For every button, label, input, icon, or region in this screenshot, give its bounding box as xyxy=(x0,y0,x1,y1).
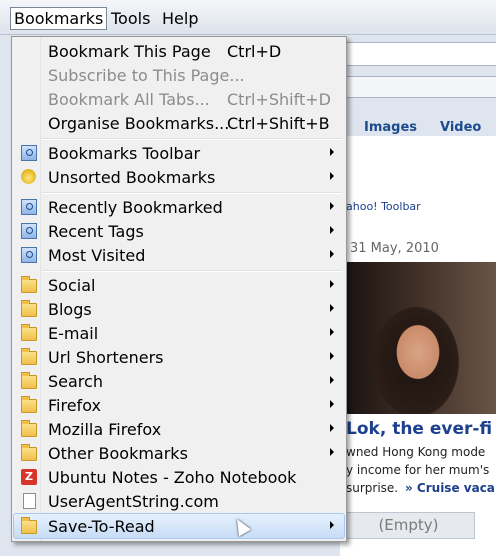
smart-folder-icon xyxy=(21,223,37,239)
folder-search[interactable]: Search xyxy=(14,369,344,393)
submenu-arrow-icon xyxy=(330,148,334,156)
menu-item-label: Mozilla Firefox xyxy=(48,420,162,439)
organise-bookmarks[interactable]: Organise Bookmarks... Ctrl+Shift+B xyxy=(14,111,344,135)
toolbar-icon xyxy=(21,145,37,161)
menu-item-label: Url Shorteners xyxy=(48,348,164,367)
folder-icon xyxy=(21,372,37,389)
folder-icon xyxy=(21,444,37,461)
tab-strip xyxy=(346,76,496,98)
menu-item-shortcut: Ctrl+D xyxy=(227,42,282,61)
folder-icon xyxy=(21,324,37,341)
menu-item-label: Other Bookmarks xyxy=(48,444,188,463)
folder-save-to-read[interactable]: Save-To-Read xyxy=(13,513,345,539)
folder-url-shorteners[interactable]: Url Shorteners xyxy=(14,345,344,369)
address-bar[interactable] xyxy=(346,42,496,66)
most-visited[interactable]: Most Visited xyxy=(14,243,344,267)
separator xyxy=(42,138,342,140)
page-icon xyxy=(23,493,36,509)
menu-item-shortcut: Ctrl+Shift+B xyxy=(227,114,330,133)
menu-tools[interactable]: Tools xyxy=(108,8,153,29)
news-headline[interactable]: Lok, the ever-fi xyxy=(346,419,492,439)
folder-firefox[interactable]: Firefox xyxy=(14,393,344,417)
bookmarks-menu: Bookmark This Page Ctrl+D Subscribe to T… xyxy=(11,36,347,542)
submenu-arrow-icon xyxy=(330,400,334,408)
folder-icon xyxy=(21,396,37,413)
menu-item-label: Most Visited xyxy=(48,246,146,265)
news-photo[interactable] xyxy=(346,262,496,414)
toolbar-link[interactable]: ahoo! Toolbar xyxy=(346,200,421,213)
menu-item-label: Unsorted Bookmarks xyxy=(48,168,216,187)
menu-bar: Bookmarks Tools Help xyxy=(0,0,496,35)
menu-item-label: Ubuntu Notes - Zoho Notebook xyxy=(48,468,297,487)
menu-item-label: Social xyxy=(48,276,96,295)
menu-item-label: E-mail xyxy=(48,324,99,343)
menu-item-label: UserAgentString.com xyxy=(48,492,219,511)
subscribe-to-page[interactable]: Subscribe to This Page... xyxy=(14,63,344,87)
menu-item-label: Recent Tags xyxy=(48,222,144,241)
folder-blogs[interactable]: Blogs xyxy=(14,297,344,321)
tab-video[interactable]: Video xyxy=(440,120,481,135)
menu-item-label: Subscribe to This Page... xyxy=(48,66,245,85)
submenu-arrow-icon xyxy=(330,521,334,529)
submenu-arrow-icon xyxy=(330,352,334,360)
menu-item-shortcut: Ctrl+Shift+D xyxy=(227,90,331,109)
news-link[interactable]: » Cruise vaca xyxy=(405,481,495,495)
folder-email[interactable]: E-mail xyxy=(14,321,344,345)
separator xyxy=(42,270,342,272)
unsorted-bookmarks[interactable]: Unsorted Bookmarks xyxy=(14,165,344,189)
bookmarks-toolbar[interactable]: Bookmarks Toolbar xyxy=(14,141,344,165)
folder-icon xyxy=(21,420,37,437)
page-date: 31 May, 2010 xyxy=(350,241,439,256)
menu-item-label: Save-To-Read xyxy=(48,517,155,536)
menu-item-label: Search xyxy=(48,372,103,391)
submenu-arrow-icon xyxy=(330,448,334,456)
menu-item-label: Bookmark All Tabs... xyxy=(48,90,210,109)
empty-submenu: (Empty) xyxy=(342,512,475,539)
folder-icon xyxy=(21,517,37,534)
folder-icon xyxy=(21,348,37,365)
menu-help[interactable]: Help xyxy=(159,8,201,29)
bookmark-ubuntu-notes[interactable]: Z Ubuntu Notes - Zoho Notebook xyxy=(14,465,344,489)
submenu-arrow-icon xyxy=(330,280,334,288)
separator xyxy=(42,192,342,194)
recently-bookmarked[interactable]: Recently Bookmarked xyxy=(14,195,344,219)
submenu-arrow-icon xyxy=(330,328,334,336)
star-icon xyxy=(21,169,36,184)
menu-item-label: Recently Bookmarked xyxy=(48,198,223,217)
news-text-3: surprise. xyxy=(346,481,399,495)
submenu-arrow-icon xyxy=(330,250,334,258)
submenu-arrow-icon xyxy=(330,304,334,312)
news-text-1: wned Hong Kong mode xyxy=(346,445,486,459)
submenu-arrow-icon xyxy=(330,172,334,180)
folder-icon xyxy=(21,300,37,317)
submenu-arrow-icon xyxy=(330,424,334,432)
folder-social[interactable]: Social xyxy=(14,273,344,297)
smart-folder-icon xyxy=(21,199,37,215)
menu-bookmarks[interactable]: Bookmarks xyxy=(10,7,108,30)
folder-other-bookmarks[interactable]: Other Bookmarks xyxy=(14,441,344,465)
news-text-2: y income for her mum's xyxy=(346,463,490,477)
submenu-arrow-icon xyxy=(330,226,334,234)
menu-item-label: Bookmark This Page xyxy=(48,42,211,61)
menu-item-label: Bookmarks Toolbar xyxy=(48,144,201,163)
menu-item-label: Organise Bookmarks... xyxy=(48,114,230,133)
recent-tags[interactable]: Recent Tags xyxy=(14,219,344,243)
submenu-arrow-icon xyxy=(330,376,334,384)
submenu-arrow-icon xyxy=(330,202,334,210)
bookmark-this-page[interactable]: Bookmark This Page Ctrl+D xyxy=(14,39,344,63)
bookmark-useragentstring[interactable]: UserAgentString.com xyxy=(14,489,344,513)
menu-item-label: Firefox xyxy=(48,396,101,415)
menu-item-label: Blogs xyxy=(48,300,92,319)
smart-folder-icon xyxy=(21,247,37,263)
bookmark-all-tabs[interactable]: Bookmark All Tabs... Ctrl+Shift+D xyxy=(14,87,344,111)
folder-icon xyxy=(21,276,37,293)
zoho-icon: Z xyxy=(21,469,37,485)
folder-mozilla-firefox[interactable]: Mozilla Firefox xyxy=(14,417,344,441)
tab-images[interactable]: Images xyxy=(364,120,417,135)
